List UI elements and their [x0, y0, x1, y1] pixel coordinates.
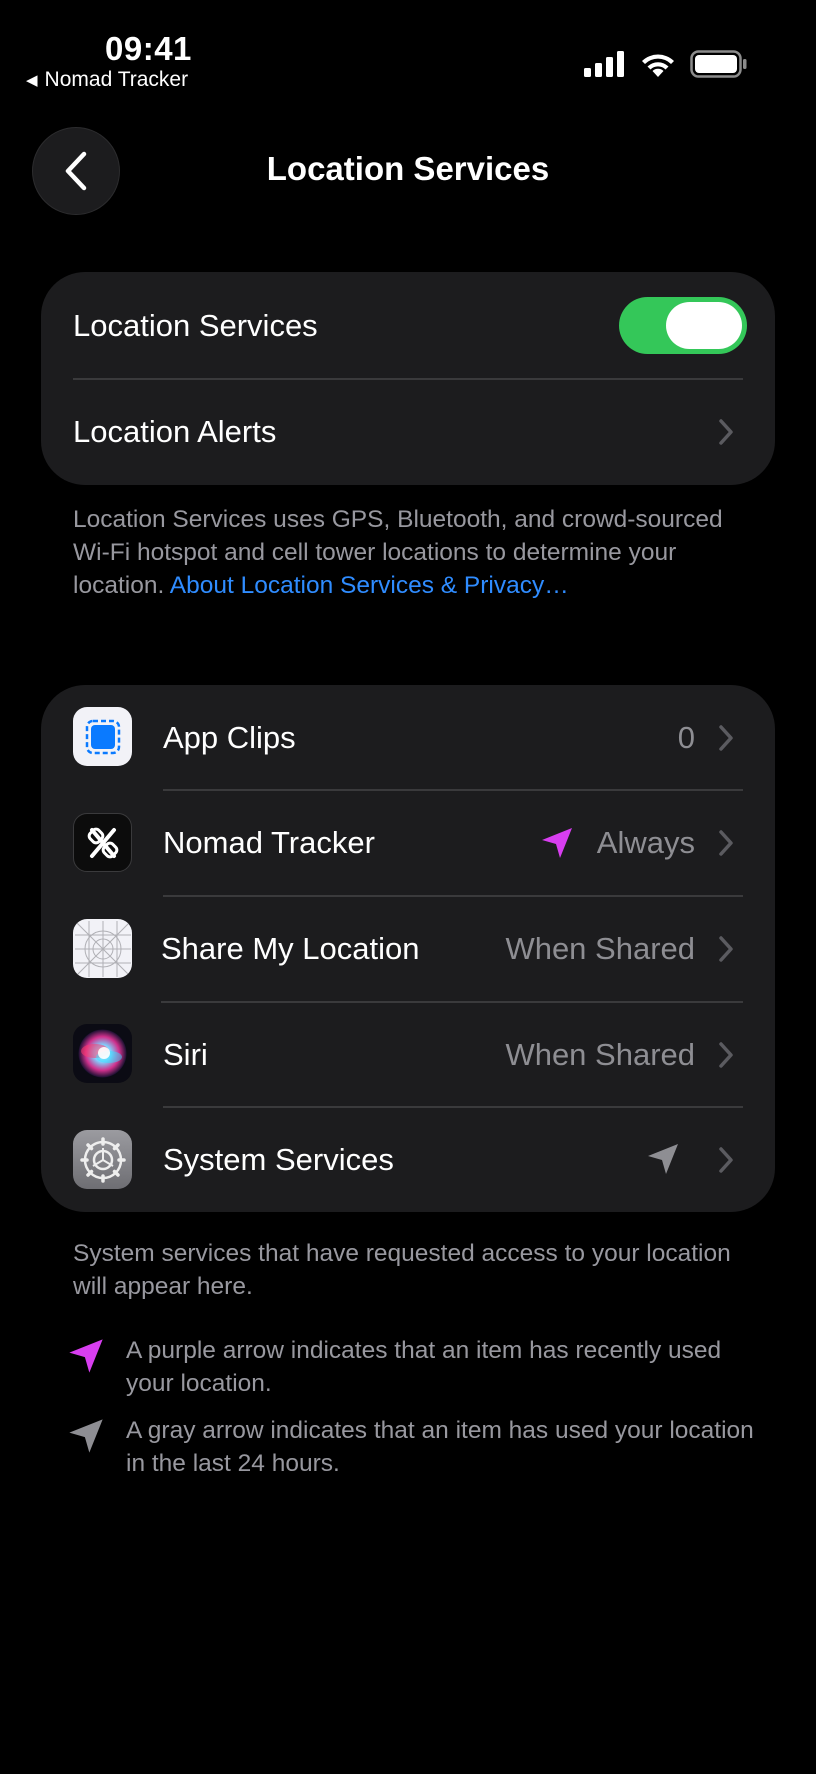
system-services-note: System services that have requested acce…: [73, 1240, 731, 1300]
app-label: Siri: [163, 1036, 208, 1072]
app-row-nomad-tracker[interactable]: Nomad Tracker Always: [41, 790, 775, 896]
app-value: When Shared: [505, 1036, 695, 1072]
cellular-signal-icon: [584, 51, 624, 77]
chevron-right-icon: [719, 1147, 733, 1173]
purple-location-arrow-icon: [542, 828, 572, 858]
app-row-system-services[interactable]: System Services: [41, 1107, 775, 1212]
gray-arrow-legend: A gray arrow indicates that an item has …: [66, 1414, 766, 1480]
wifi-icon: [642, 54, 674, 77]
share-my-location-icon: [73, 919, 132, 978]
location-services-screen: 09:41 ◀ Nomad Tracker Location Services: [0, 0, 816, 1774]
app-row-siri[interactable]: Siri When Shared: [41, 1002, 775, 1107]
gray-location-arrow-icon: [69, 1419, 103, 1453]
location-services-label: Location Services: [73, 307, 318, 343]
chevron-right-icon: [719, 725, 733, 751]
back-triangle-icon: ◀: [26, 72, 38, 89]
app-value: 0: [677, 719, 695, 755]
system-services-icon: [73, 1130, 132, 1189]
status-time: 09:41: [105, 30, 192, 67]
location-services-description: Location Services uses GPS, Bluetooth, a…: [73, 503, 753, 602]
purple-location-arrow-icon: [69, 1339, 103, 1373]
chevron-right-icon: [719, 936, 733, 962]
app-label: Share My Location: [161, 931, 420, 966]
gray-arrow-legend-text: A gray arrow indicates that an item has …: [126, 1417, 754, 1477]
battery-icon: [690, 50, 747, 78]
app-row-share-my-location[interactable]: Share My Location When Shared: [41, 896, 775, 1002]
toggle-knob: [666, 302, 742, 349]
nomad-tracker-icon: [73, 813, 132, 872]
siri-icon: [73, 1024, 132, 1083]
return-app-name: Nomad Tracker: [44, 68, 189, 91]
location-alerts-row[interactable]: Location Alerts: [41, 379, 775, 485]
app-row-app-clips[interactable]: App Clips 0: [41, 685, 775, 790]
chevron-right-icon: [719, 1042, 733, 1068]
status-icons: [584, 50, 748, 78]
app-clips-icon: [73, 707, 132, 766]
purple-arrow-legend-text: A purple arrow indicates that an item ha…: [126, 1337, 722, 1397]
chevron-right-icon: [719, 419, 733, 445]
location-settings-group: Location Services Location Alerts: [41, 272, 775, 485]
apps-group: App Clips 0 Nomad Tracker Always Share M…: [41, 685, 775, 1212]
location-services-toggle[interactable]: [619, 297, 747, 354]
app-value: Always: [596, 825, 695, 860]
app-label: Nomad Tracker: [163, 825, 375, 860]
location-alerts-label: Location Alerts: [73, 414, 277, 449]
app-label: App Clips: [163, 719, 296, 755]
purple-arrow-legend: A purple arrow indicates that an item ha…: [66, 1334, 766, 1400]
page-title: Location Services: [266, 150, 550, 187]
return-to-app-link[interactable]: ◀ Nomad Tracker: [26, 68, 188, 92]
about-privacy-link[interactable]: About Location Services & Privacy…: [170, 572, 569, 599]
app-label: System Services: [163, 1141, 394, 1177]
gray-location-arrow-icon: [648, 1144, 678, 1174]
chevron-right-icon: [719, 830, 733, 856]
location-services-row: Location Services: [41, 272, 775, 379]
app-value: When Shared: [505, 931, 695, 966]
